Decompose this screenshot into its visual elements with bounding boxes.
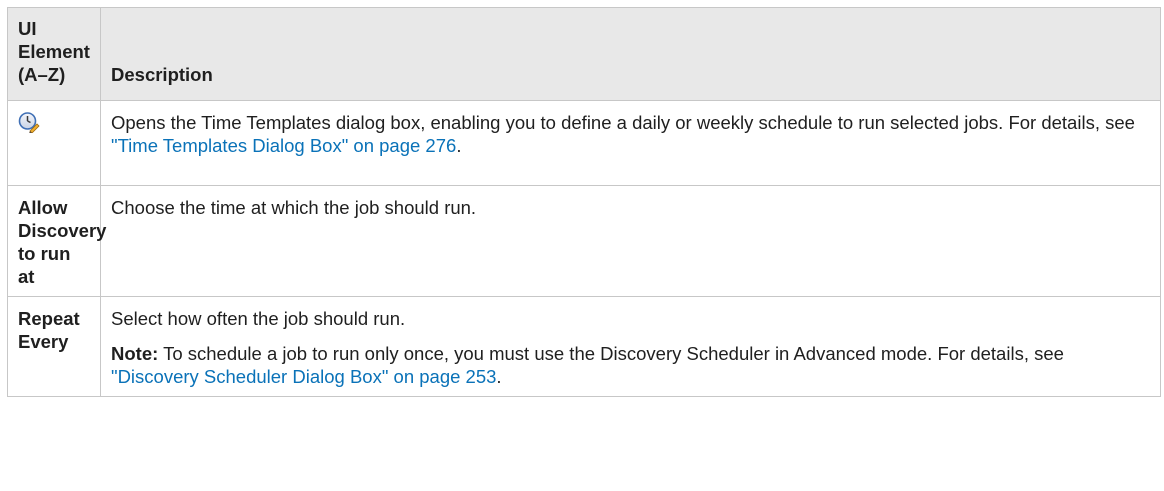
table-row: Allow Discovery to run at Choose the tim…: [7, 185, 1161, 297]
description-cell: Select how often the job should run. Not…: [100, 296, 1161, 397]
ui-element-cell: Repeat Every: [7, 296, 101, 397]
description-text: Choose the time at which the job should …: [111, 197, 477, 218]
description-text-after: .: [456, 135, 462, 156]
table-row: Repeat Every Select how often the job sh…: [7, 296, 1161, 397]
note-text: To schedule a job to run only once, you …: [158, 343, 1064, 364]
discovery-scheduler-link[interactable]: "Discovery Scheduler Dialog Box" on page…: [111, 366, 496, 387]
description-cell: Opens the Time Templates dialog box, ena…: [100, 100, 1161, 186]
table-row: Opens the Time Templates dialog box, ena…: [7, 100, 1161, 186]
table-header-row: UI Element (A–Z) Description: [7, 7, 1161, 101]
header-description: Description: [100, 7, 1161, 101]
ui-element-cell: Allow Discovery to run at: [7, 185, 106, 297]
description-text: Select how often the job should run.: [111, 308, 406, 329]
time-templates-clock-icon: [18, 111, 40, 134]
ui-elements-table: UI Element (A–Z) Description Opens the T…: [7, 7, 1161, 397]
ui-element-cell: [7, 100, 101, 186]
description-text: Opens the Time Templates dialog box, ena…: [111, 111, 1150, 157]
note-text-after: .: [496, 366, 502, 387]
note-label: Note:: [111, 343, 159, 364]
time-templates-link[interactable]: "Time Templates Dialog Box" on page 276: [111, 135, 456, 156]
header-ui-element: UI Element (A–Z): [7, 7, 101, 101]
note-paragraph: Note: To schedule a job to run only once…: [111, 342, 1150, 388]
description-text-before: Opens the Time Templates dialog box, ena…: [111, 112, 1135, 133]
description-cell: Choose the time at which the job should …: [100, 185, 1161, 297]
